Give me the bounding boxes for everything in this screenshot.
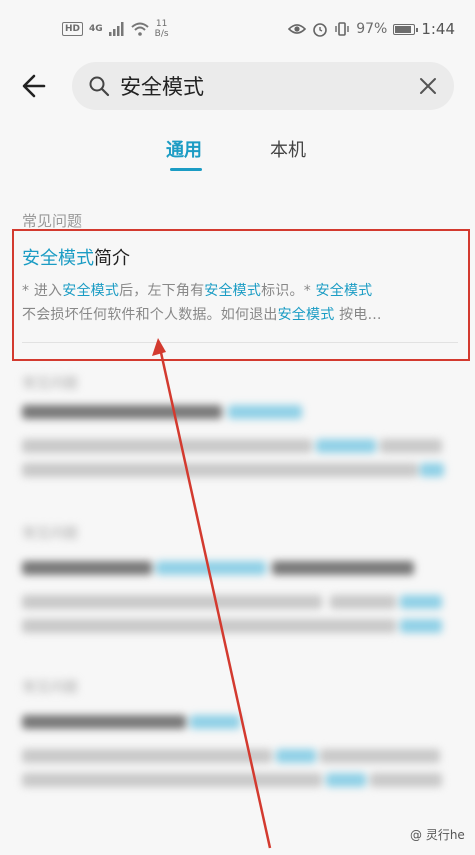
blurred-line bbox=[22, 773, 322, 787]
status-bar-left: HD 4G 11 B/s bbox=[62, 19, 169, 39]
alarm-icon bbox=[313, 23, 327, 37]
active-tab-indicator bbox=[170, 168, 202, 171]
blurred-line bbox=[22, 749, 272, 763]
tab-local[interactable]: 本机 bbox=[270, 136, 306, 162]
vibrate-icon bbox=[335, 22, 349, 36]
blurred-line bbox=[22, 405, 222, 419]
blurred-line bbox=[22, 439, 312, 453]
blurred-line bbox=[22, 561, 152, 575]
tab-general[interactable]: 通用 bbox=[166, 136, 202, 162]
blurred-section-label: 常见问题 bbox=[22, 526, 78, 542]
tab-bar: 通用 本机 bbox=[0, 128, 475, 174]
search-icon bbox=[89, 76, 110, 97]
blurred-line bbox=[380, 439, 442, 453]
clear-icon[interactable] bbox=[418, 76, 438, 96]
search-bar[interactable] bbox=[72, 62, 454, 110]
blurred-line bbox=[22, 715, 186, 729]
blurred-line bbox=[400, 595, 442, 609]
search-input[interactable] bbox=[120, 72, 400, 100]
battery-percent: 97% bbox=[356, 21, 388, 37]
blurred-line bbox=[190, 715, 240, 729]
clock: 1:44 bbox=[421, 20, 455, 38]
blurred-line bbox=[330, 595, 396, 609]
status-bar: HD 4G 11 B/s 97% 1:44 bbox=[0, 0, 475, 58]
battery-icon bbox=[393, 23, 419, 35]
blurred-line bbox=[22, 463, 418, 477]
blurred-line bbox=[370, 773, 442, 787]
blurred-line bbox=[400, 619, 442, 633]
annotation-highlight-box bbox=[12, 229, 470, 361]
blurred-line bbox=[22, 595, 322, 609]
watermark: @ 灵行he bbox=[410, 828, 465, 842]
blurred-section-label: 常见问题 bbox=[22, 680, 78, 696]
blurred-line bbox=[420, 463, 444, 477]
top-bar bbox=[0, 58, 475, 114]
blurred-line bbox=[326, 773, 366, 787]
blurred-line bbox=[320, 749, 440, 763]
blurred-section-label: 常见问题 bbox=[22, 376, 78, 392]
blurred-results: 常见问题 常见问题 常见问题 bbox=[0, 365, 475, 855]
status-bar-right: 97% 1:44 bbox=[288, 20, 455, 38]
network-speed: 11 B/s bbox=[155, 19, 169, 39]
wifi-icon bbox=[131, 22, 149, 36]
hd-badge: HD bbox=[62, 22, 84, 36]
blurred-line bbox=[156, 561, 266, 575]
blurred-line bbox=[272, 561, 414, 575]
blurred-line bbox=[228, 405, 302, 419]
eye-icon bbox=[288, 24, 307, 34]
speed-value: 11 bbox=[155, 19, 168, 29]
speed-unit: B/s bbox=[154, 29, 169, 39]
signal-icon bbox=[108, 22, 124, 36]
network-type: 4G bbox=[89, 23, 103, 34]
blurred-line bbox=[22, 619, 396, 633]
section-label: 常见问题 bbox=[22, 212, 83, 230]
blurred-line bbox=[316, 439, 376, 453]
back-arrow-icon[interactable] bbox=[18, 68, 54, 104]
blurred-line bbox=[276, 749, 316, 763]
